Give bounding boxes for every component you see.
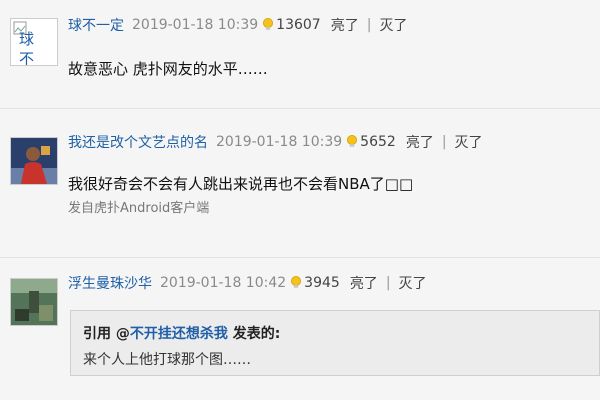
lightbulb-icon [291,276,302,288]
separator: | [441,134,447,150]
avatar[interactable] [10,137,58,185]
comment-meta: 浮生曼珠沙华 2019-01-18 10:42 3945 亮了 | 灭了 [68,272,427,294]
light-count: 3945 [304,275,340,291]
comment-text: 我很好奇会不会有人跳出来说再也不会看NBA了□□ [68,175,414,193]
post-time: 2019-01-18 10:42 [160,275,287,291]
comment-text: 故意恶心 虎扑网友的水平…… [68,60,268,78]
basketball-player-avatar [11,138,57,184]
quote-suffix: 发表的: [227,326,281,342]
light-button[interactable]: 亮了 [406,132,434,152]
comment-2: 我还是改个文艺点的名 2019-01-18 10:39 5652 亮了 | 灭了… [0,109,600,257]
landscape-avatar [11,279,57,325]
avatar[interactable]: 球不 [10,18,58,66]
separator: | [366,17,372,33]
lightbulb-icon [347,135,358,147]
username[interactable]: 我还是改个文艺点的名 [68,132,208,152]
light-count: 13607 [276,17,321,33]
comment-meta: 球不一定 2019-01-18 10:39 13607 亮了 | 灭了 [68,14,407,36]
avatar-alt-text: 球不 [19,30,35,66]
username[interactable]: 浮生曼珠沙华 [68,273,152,293]
lightbulb-icon [263,18,274,30]
light-button[interactable]: 亮了 [331,15,359,35]
client-source: 发自虎扑Android客户端 [68,201,210,216]
light-button[interactable]: 亮了 [350,273,378,293]
quote-header: 引用 @不开挂还想杀我 发表的: [83,323,280,343]
dim-button[interactable]: 灭了 [455,132,483,152]
comment-meta: 我还是改个文艺点的名 2019-01-18 10:39 5652 亮了 | 灭了 [68,131,483,153]
username[interactable]: 球不一定 [68,15,124,35]
comment-1: 球不 球不一定 2019-01-18 10:39 13607 亮了 | 灭了 故… [0,0,600,108]
quote-text: 来个人上他打球那个图…… [83,352,251,368]
separator: | [385,275,391,291]
quote-prefix: 引用 @ [83,326,130,342]
avatar[interactable] [10,278,58,326]
post-time: 2019-01-18 10:39 [216,134,343,150]
dim-button[interactable]: 灭了 [379,15,407,35]
quote-box: 引用 @不开挂还想杀我 发表的: 来个人上他打球那个图…… [70,310,600,376]
light-count: 5652 [360,134,396,150]
dim-button[interactable]: 灭了 [399,273,427,293]
quoted-username[interactable]: 不开挂还想杀我 [130,326,228,342]
post-time: 2019-01-18 10:39 [132,17,259,33]
